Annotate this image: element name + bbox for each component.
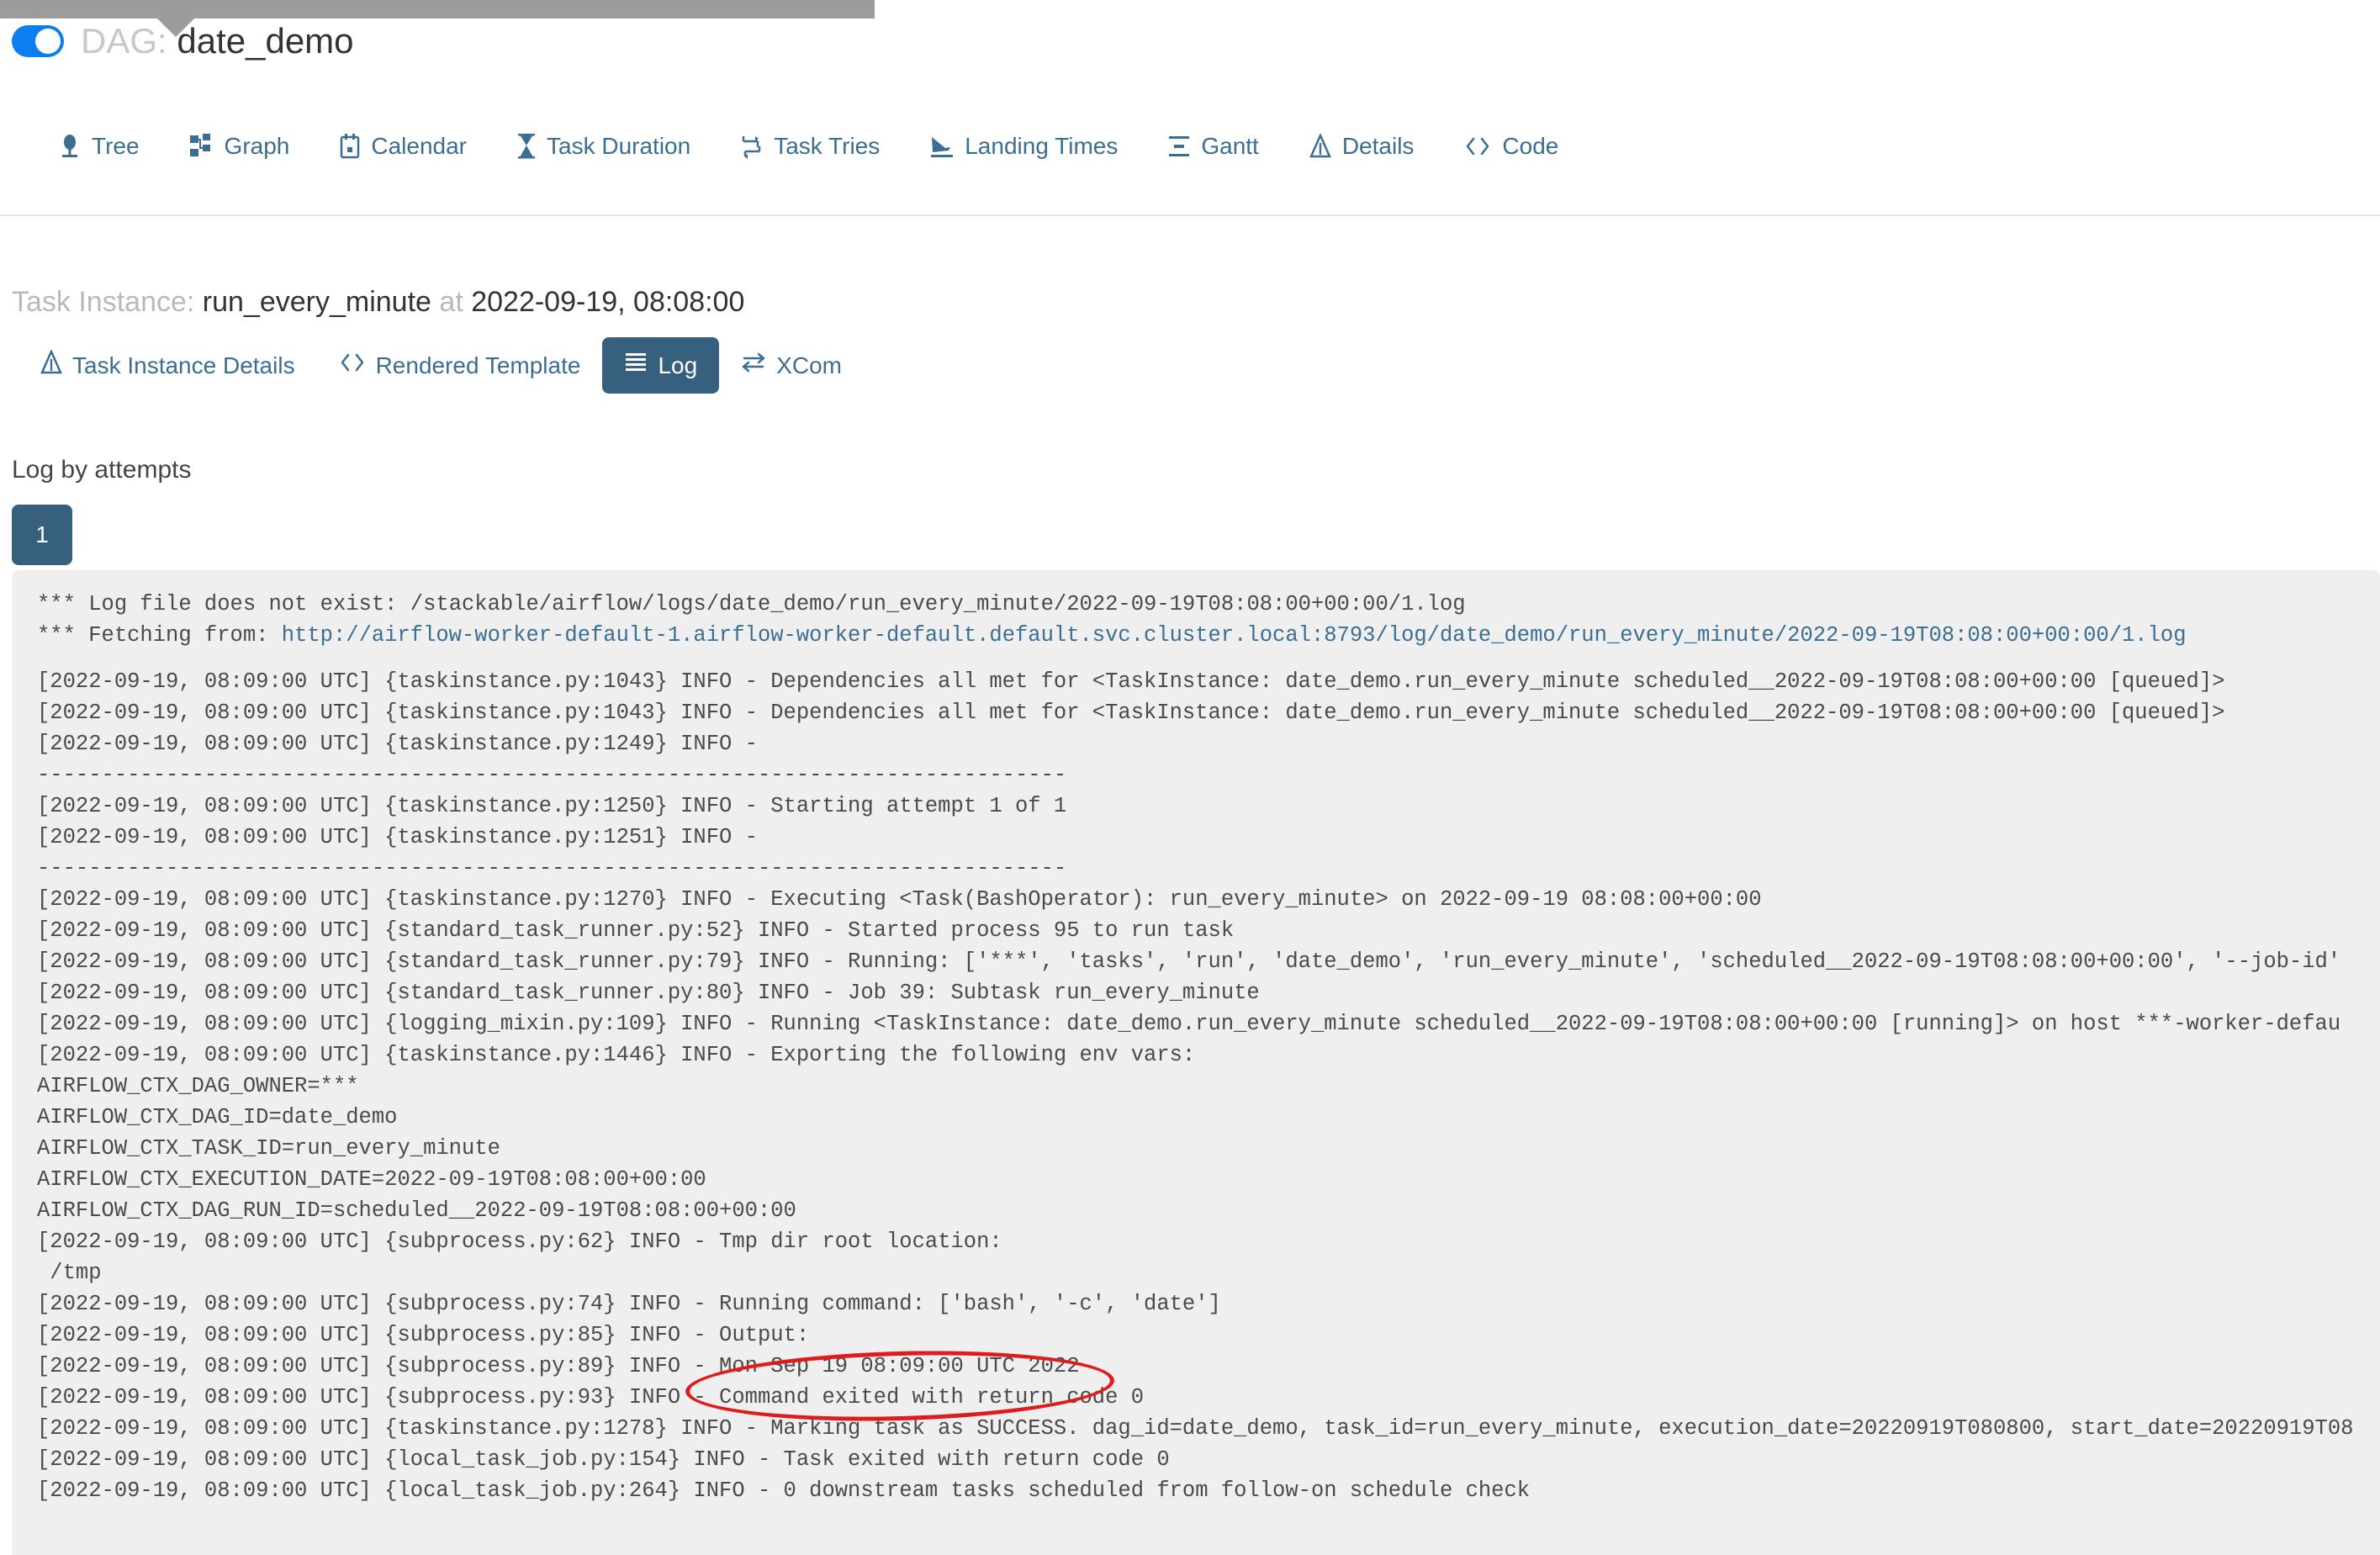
page-title: DAG: date_demo <box>81 24 354 59</box>
tab-details-label: Details <box>1341 133 1415 159</box>
log-line-date-output: [2022-09-19, 08:09:00 UTC] {subprocess.p… <box>37 1354 1080 1378</box>
retry-icon <box>741 134 763 159</box>
tab-log-label: Log <box>658 352 698 378</box>
tab-xcom-label: XCom <box>776 352 842 378</box>
log-line: [2022-09-19, 08:09:00 UTC] {standard_tas… <box>37 949 2341 974</box>
log-header-prefix: *** Log file does not exist: <box>37 592 410 616</box>
tab-calendar-label: Calendar <box>371 133 468 159</box>
task-instance-task-id: run_every_minute <box>202 286 431 318</box>
dag-name: date_demo <box>177 21 354 61</box>
tab-gantt-label: Gantt <box>1201 133 1259 159</box>
log-line: /tmp <box>37 1261 102 1285</box>
log-env-var-line: AIRFLOW_CTX_DAG_OWNER=*** <box>37 1074 359 1098</box>
exchange-icon <box>741 351 766 380</box>
log-line: [2022-09-19, 08:09:00 UTC] {logging_mixi… <box>37 1012 2341 1036</box>
tab-tree-label: Tree <box>92 133 140 159</box>
tab-graph-label: Graph <box>224 133 290 159</box>
tab-task-duration[interactable]: Task Duration <box>492 124 716 168</box>
log-line: [2022-09-19, 08:09:00 UTC] {local_task_j… <box>37 1478 1531 1503</box>
log-header-prefix: *** Fetching from: <box>37 623 282 648</box>
task-instance-at-label: at <box>439 286 463 318</box>
tab-task-instance-details-label: Task Instance Details <box>72 352 295 378</box>
log-fetch-url-link[interactable]: http://airflow-worker-default-1.airflow-… <box>282 623 2187 648</box>
gantt-icon <box>1168 134 1190 159</box>
log-header-line: *** Fetching from: http://airflow-worker… <box>37 620 2380 651</box>
attempt-button-1[interactable]: 1 <box>12 505 72 565</box>
log-line: [2022-09-19, 08:09:00 UTC] {taskinstance… <box>37 825 771 849</box>
task-instance-sub-tabs: Task Instance Details Rendered Template … <box>19 336 864 394</box>
tab-task-tries-label: Task Tries <box>774 133 881 159</box>
tab-calendar[interactable]: Calendar <box>315 124 492 168</box>
log-line: [2022-09-19, 08:09:00 UTC] {standard_tas… <box>37 981 1260 1005</box>
log-env-var-line: AIRFLOW_CTX_DAG_RUN_ID=scheduled__2022-0… <box>37 1198 796 1223</box>
task-instance-header: Task Instance: run_every_minute at 2022-… <box>12 286 744 319</box>
calendar-icon <box>340 134 360 159</box>
tab-landing-times[interactable]: Landing Times <box>905 124 1143 168</box>
tab-task-duration-label: Task Duration <box>547 133 691 159</box>
log-separator-line: ----------------------------------------… <box>37 856 1067 881</box>
toggle-knob <box>35 29 61 54</box>
dag-pause-toggle[interactable] <box>12 25 64 57</box>
log-line: [2022-09-19, 08:09:00 UTC] {taskinstance… <box>37 732 771 756</box>
log-line: [2022-09-19, 08:09:00 UTC] {taskinstance… <box>37 1043 1196 1067</box>
log-line: [2022-09-19, 08:09:00 UTC] {standard_tas… <box>37 918 1235 943</box>
triangle-icon <box>40 348 62 381</box>
graph-icon <box>189 134 214 159</box>
dag-nav-tabs: Tree Graph Calendar Task Duration Task T… <box>34 124 1584 168</box>
tab-gantt[interactable]: Gantt <box>1143 124 1283 168</box>
tab-task-instance-details[interactable]: Task Instance Details <box>19 336 317 394</box>
log-line: [2022-09-19, 08:09:00 UTC] {subprocess.p… <box>37 1230 1015 1254</box>
log-output-panel[interactable]: *** Log file does not exist: /stackable/… <box>12 570 2380 1555</box>
log-line: [2022-09-19, 08:09:00 UTC] {taskinstance… <box>37 794 1067 818</box>
tab-code[interactable]: Code <box>1439 124 1584 168</box>
task-instance-prefix: Task Instance: <box>12 286 195 318</box>
log-header-line: *** Log file does not exist: /stackable/… <box>37 589 2380 620</box>
hourglass-icon <box>517 134 536 159</box>
log-line: [2022-09-19, 08:09:00 UTC] {taskinstance… <box>37 887 1762 912</box>
dag-label-prefix: DAG: <box>81 21 167 61</box>
tab-xcom[interactable]: XCom <box>719 337 864 394</box>
log-env-var-line: AIRFLOW_CTX_TASK_ID=run_every_minute <box>37 1136 500 1161</box>
tab-rendered-template-label: Rendered Template <box>375 352 581 378</box>
tab-details[interactable]: Details <box>1284 124 1440 168</box>
log-line: [2022-09-19, 08:09:00 UTC] {subprocess.p… <box>37 1385 1145 1410</box>
log-env-var-line: AIRFLOW_CTX_DAG_ID=date_demo <box>37 1105 398 1129</box>
landing-icon <box>930 134 954 159</box>
log-line: [2022-09-19, 08:09:00 UTC] {subprocess.p… <box>37 1292 1221 1316</box>
tab-tree[interactable]: Tree <box>34 124 165 168</box>
tooltip-remnant <box>0 0 875 19</box>
task-instance-execution-date: 2022-09-19, 08:08:00 <box>471 286 745 318</box>
tab-task-tries[interactable]: Task Tries <box>716 124 905 168</box>
log-separator-line: ----------------------------------------… <box>37 763 1067 787</box>
log-line: [2022-09-19, 08:09:00 UTC] {subprocess.p… <box>37 1323 810 1347</box>
tab-graph[interactable]: Graph <box>165 124 315 168</box>
triangle-icon <box>1309 134 1331 159</box>
tree-icon <box>59 134 81 159</box>
dag-header: DAG: date_demo <box>12 24 354 59</box>
log-env-var-line: AIRFLOW_CTX_EXECUTION_DATE=2022-09-19T08… <box>37 1167 706 1192</box>
code-icon <box>339 350 366 381</box>
list-icon <box>624 351 648 380</box>
log-file-path: /stackable/airflow/logs/date_demo/run_ev… <box>410 592 1466 616</box>
tab-log[interactable]: Log <box>602 337 720 394</box>
code-icon <box>1464 134 1491 159</box>
tab-landing-times-label: Landing Times <box>965 133 1119 159</box>
tab-rendered-template[interactable]: Rendered Template <box>317 336 603 394</box>
tab-code-label: Code <box>1502 133 1559 159</box>
log-line: [2022-09-19, 08:09:00 UTC] {taskinstance… <box>37 669 2225 694</box>
log-line: [2022-09-19, 08:09:00 UTC] {local_task_j… <box>37 1447 1170 1472</box>
log-by-attempts-title: Log by attempts <box>12 456 192 484</box>
nav-divider <box>0 214 2380 216</box>
log-line: [2022-09-19, 08:09:00 UTC] {taskinstance… <box>37 701 2225 725</box>
log-line: [2022-09-19, 08:09:00 UTC] {taskinstance… <box>37 1416 2354 1441</box>
